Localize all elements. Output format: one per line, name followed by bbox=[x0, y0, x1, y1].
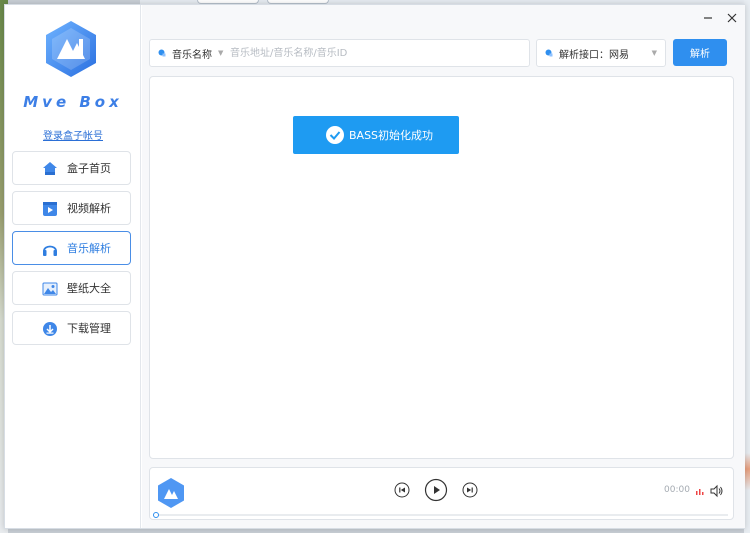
volume-icon[interactable] bbox=[710, 484, 724, 498]
sidebar-item-video[interactable]: 视频解析 bbox=[12, 191, 131, 225]
check-circle-icon bbox=[326, 126, 344, 144]
next-icon[interactable] bbox=[462, 482, 478, 498]
interface-label: 解析接口：网易 bbox=[559, 49, 629, 61]
album-cover bbox=[158, 478, 184, 508]
sidebar-item-home[interactable]: 盒子首页 bbox=[12, 151, 131, 185]
minimize-icon bbox=[704, 17, 712, 19]
main-content: 音乐名称 ▼ 解析接口：网易 ▼ 解析 BASS初始化成功 bbox=[142, 5, 745, 528]
app-logo bbox=[46, 21, 96, 77]
progress-handle[interactable] bbox=[153, 512, 159, 518]
download-icon bbox=[43, 322, 57, 336]
window-controls bbox=[701, 11, 739, 25]
previous-icon[interactable] bbox=[394, 482, 410, 498]
equalizer-icon bbox=[696, 489, 704, 495]
minimize-button[interactable] bbox=[701, 11, 715, 25]
playback-time: 00:00 bbox=[664, 485, 690, 495]
sidebar-nav: 盒子首页 视频解析 音乐解析 壁纸大全 下载管理 bbox=[12, 151, 131, 351]
login-link[interactable]: 登录盒子帐号 bbox=[5, 127, 141, 142]
search-bar: 音乐名称 ▼ bbox=[149, 39, 530, 67]
chevron-down-icon: ▼ bbox=[218, 49, 224, 57]
toast-message: BASS初始化成功 bbox=[349, 129, 434, 142]
play-icon[interactable] bbox=[424, 478, 448, 502]
sidebar-item-label: 盒子首页 bbox=[67, 162, 111, 175]
home-icon bbox=[43, 162, 57, 175]
search-type-label: 音乐名称 bbox=[172, 49, 212, 61]
sidebar-item-downloads[interactable]: 下载管理 bbox=[12, 311, 131, 345]
sidebar-item-music[interactable]: 音乐解析 bbox=[12, 231, 131, 265]
chevron-down-icon: ▼ bbox=[651, 49, 657, 57]
progress-bar[interactable] bbox=[153, 512, 728, 518]
image-icon bbox=[42, 282, 58, 296]
music-player: 00:00 bbox=[149, 467, 734, 520]
search-input[interactable] bbox=[230, 42, 529, 64]
close-button[interactable] bbox=[725, 11, 739, 25]
sidebar-item-label: 壁纸大全 bbox=[67, 282, 111, 295]
search-type-select[interactable]: 音乐名称 ▼ bbox=[150, 40, 230, 66]
player-controls bbox=[394, 478, 478, 502]
parse-button[interactable]: 解析 bbox=[673, 39, 727, 66]
sidebar-item-label: 视频解析 bbox=[67, 202, 111, 215]
toast-notification: BASS初始化成功 bbox=[293, 116, 459, 154]
search-type-icon bbox=[158, 49, 166, 57]
sidebar: Mve Box 登录盒子帐号 盒子首页 视频解析 音乐解析 壁纸大全 下载管理 bbox=[5, 5, 141, 528]
sidebar-item-wallpaper[interactable]: 壁纸大全 bbox=[12, 271, 131, 305]
interface-icon bbox=[545, 49, 553, 57]
headphones-icon bbox=[43, 245, 57, 256]
close-icon bbox=[727, 13, 737, 23]
video-icon bbox=[43, 202, 57, 216]
sidebar-item-label: 音乐解析 bbox=[67, 242, 111, 255]
interface-select[interactable]: 解析接口：网易 ▼ bbox=[536, 39, 666, 67]
brand-name: Mve Box bbox=[23, 93, 123, 111]
sidebar-item-label: 下载管理 bbox=[67, 322, 111, 335]
app-window: Mve Box 登录盒子帐号 盒子首页 视频解析 音乐解析 壁纸大全 下载管理 … bbox=[4, 4, 745, 529]
